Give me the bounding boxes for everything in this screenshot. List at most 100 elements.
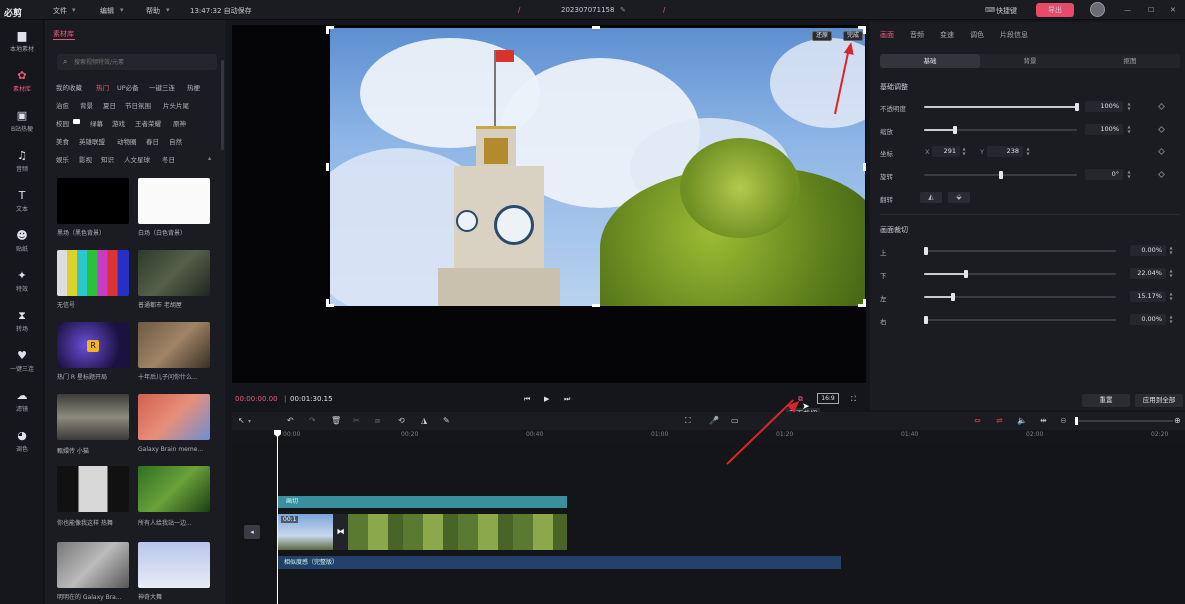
done-button[interactable]: 完成 xyxy=(843,31,864,41)
next-frame-icon[interactable]: ⏭ xyxy=(564,395,570,404)
split-icon[interactable]: ✂ xyxy=(353,416,360,425)
microphone-icon[interactable]: 🎤 xyxy=(709,416,719,425)
track-volume-button[interactable]: ◂ xyxy=(244,525,260,539)
zoom-in-icon[interactable]: ⊕ xyxy=(1174,416,1181,425)
nav-local-media[interactable]: ▆ 本地素材 xyxy=(0,30,44,53)
material-card[interactable] xyxy=(57,542,129,588)
shortcut-button[interactable]: 快捷键 xyxy=(996,6,1017,16)
material-card[interactable] xyxy=(57,466,129,512)
tag[interactable]: 游戏 xyxy=(112,118,125,128)
tab-picture[interactable]: 画面 xyxy=(880,30,894,40)
tag[interactable]: 春日 xyxy=(146,136,159,146)
preview-image[interactable]: 还原 完成 xyxy=(330,28,865,306)
stepper-icon[interactable]: ▲ ▼ xyxy=(1168,291,1174,302)
freeze-icon[interactable]: ⧈ xyxy=(375,416,380,426)
flip-vertical-button[interactable]: ⬙ xyxy=(948,192,970,203)
menu-edit[interactable]: 编辑 xyxy=(100,6,114,16)
subtab-basic[interactable]: 基础 xyxy=(880,54,980,68)
apply-all-button[interactable]: 应用到全部 xyxy=(1135,394,1183,407)
avatar[interactable] xyxy=(1090,2,1105,17)
stepper-icon[interactable]: ▲ ▼ xyxy=(1025,146,1031,157)
marker-icon[interactable]: ✎ xyxy=(443,416,450,425)
snap-icon[interactable]: ⇌ xyxy=(996,416,1003,425)
maximize-icon[interactable]: ☐ xyxy=(1148,6,1154,14)
video-clip[interactable]: 00:1 ⧓ xyxy=(278,514,567,550)
tab-speed[interactable]: 变速 xyxy=(940,30,954,40)
position-y-value[interactable]: 238 xyxy=(987,146,1023,157)
link-icon[interactable]: ⇔ xyxy=(974,416,981,425)
camera-icon[interactable]: ▭ xyxy=(731,416,739,425)
menu-help[interactable]: 帮助 xyxy=(146,6,160,16)
crop-handle[interactable] xyxy=(592,304,600,307)
tag[interactable]: 原神 xyxy=(173,118,186,128)
timeline-ruler[interactable]: 00:00 00:20 00:40 01:00 01:20 01:40 02:0… xyxy=(277,430,1185,443)
redo-icon[interactable]: ↷ xyxy=(309,416,316,425)
nav-effects[interactable]: ✦ 特效 xyxy=(0,270,44,293)
chevron-down-icon[interactable]: ▾ xyxy=(248,418,251,425)
material-card[interactable] xyxy=(57,178,129,224)
minimize-icon[interactable]: — xyxy=(1124,6,1131,14)
restore-button[interactable]: 还原 xyxy=(812,31,833,41)
nav-bilibili-memes[interactable]: ▣ B站热梗 xyxy=(0,110,44,133)
slider-knob[interactable] xyxy=(964,270,969,278)
tag[interactable]: 影视 xyxy=(79,154,92,164)
mirror-icon[interactable]: ◮ xyxy=(421,416,427,425)
crop-bottom-value[interactable]: 22.04% xyxy=(1130,268,1166,279)
crop-right-slider[interactable] xyxy=(924,316,1116,324)
stepper-icon[interactable]: ▲ ▼ xyxy=(1168,268,1174,279)
crop-handle[interactable] xyxy=(592,26,600,29)
keyframe-icon[interactable] xyxy=(1157,147,1166,156)
pointer-icon[interactable]: ↖ xyxy=(238,416,245,425)
tag[interactable]: 热梗 xyxy=(187,82,200,92)
scale-value[interactable]: 100% xyxy=(1085,124,1123,135)
material-card[interactable] xyxy=(138,322,210,368)
tab-color[interactable]: 调色 xyxy=(970,30,984,40)
tag[interactable]: 动物圈 xyxy=(117,136,137,146)
stepper-icon[interactable]: ▲ ▼ xyxy=(1126,124,1132,135)
chevron-up-icon[interactable]: ▴ xyxy=(208,154,211,162)
tab-clip-info[interactable]: 片段信息 xyxy=(1000,30,1028,40)
scale-slider[interactable] xyxy=(924,126,1077,134)
zoom-out-icon[interactable]: ⊖ xyxy=(1060,416,1067,425)
nav-transition[interactable]: ⧗ 转场 xyxy=(0,310,44,333)
tag[interactable]: 夏日 xyxy=(103,100,116,110)
project-name[interactable]: 202307071158 xyxy=(561,6,614,14)
material-card[interactable]: R xyxy=(57,322,129,368)
scrollbar[interactable] xyxy=(221,60,224,150)
crop-handle[interactable] xyxy=(326,299,329,307)
material-card[interactable] xyxy=(138,178,210,224)
nav-sticker[interactable]: ☻ 贴纸 xyxy=(0,230,44,253)
subtab-background[interactable]: 背景 xyxy=(980,54,1080,68)
tag[interactable]: 王者荣耀 xyxy=(135,118,161,128)
material-card[interactable] xyxy=(138,466,210,512)
nav-filter[interactable]: ☁ 滤镜 xyxy=(0,390,44,413)
crop-handle[interactable] xyxy=(863,299,866,307)
crop-right-value[interactable]: 0.00% xyxy=(1130,314,1166,325)
subtab-matting[interactable]: 抠图 xyxy=(1080,54,1180,68)
crop-bottom-slider[interactable] xyxy=(924,270,1116,278)
slider-knob[interactable] xyxy=(950,293,955,301)
tag[interactable]: 热门 xyxy=(96,82,109,92)
tag[interactable]: 片头片尾 xyxy=(163,100,189,110)
crop-handle[interactable] xyxy=(863,163,866,171)
slider-knob[interactable] xyxy=(1075,103,1079,111)
crop-top-slider[interactable] xyxy=(924,247,1116,255)
slider-knob[interactable] xyxy=(952,126,957,134)
slider-knob[interactable] xyxy=(924,316,928,324)
tab-material-library[interactable]: 素材库 xyxy=(53,29,74,39)
tag[interactable]: 背景 xyxy=(80,100,93,110)
tag[interactable]: 节日氛围 xyxy=(125,100,151,110)
position-x-value[interactable]: 291 xyxy=(932,146,960,157)
stepper-icon[interactable]: ▲ ▼ xyxy=(1126,169,1132,180)
fit-icon[interactable]: ⇹ xyxy=(1040,416,1047,425)
crop-left-value[interactable]: 15.17% xyxy=(1130,291,1166,302)
tag[interactable]: 我的收藏 xyxy=(56,82,82,92)
volume-icon[interactable]: 🔈 xyxy=(1017,416,1027,425)
tag[interactable]: 治愈 xyxy=(56,100,69,110)
play-icon[interactable]: ▶ xyxy=(544,395,549,403)
tag[interactable]: 人文星球 xyxy=(124,154,150,164)
reset-button[interactable]: 重置 xyxy=(1082,394,1130,407)
crop-top-value[interactable]: 0.00% xyxy=(1130,245,1166,256)
undo-icon[interactable]: ↶ xyxy=(287,416,294,425)
stepper-icon[interactable]: ▲ ▼ xyxy=(1126,101,1132,112)
